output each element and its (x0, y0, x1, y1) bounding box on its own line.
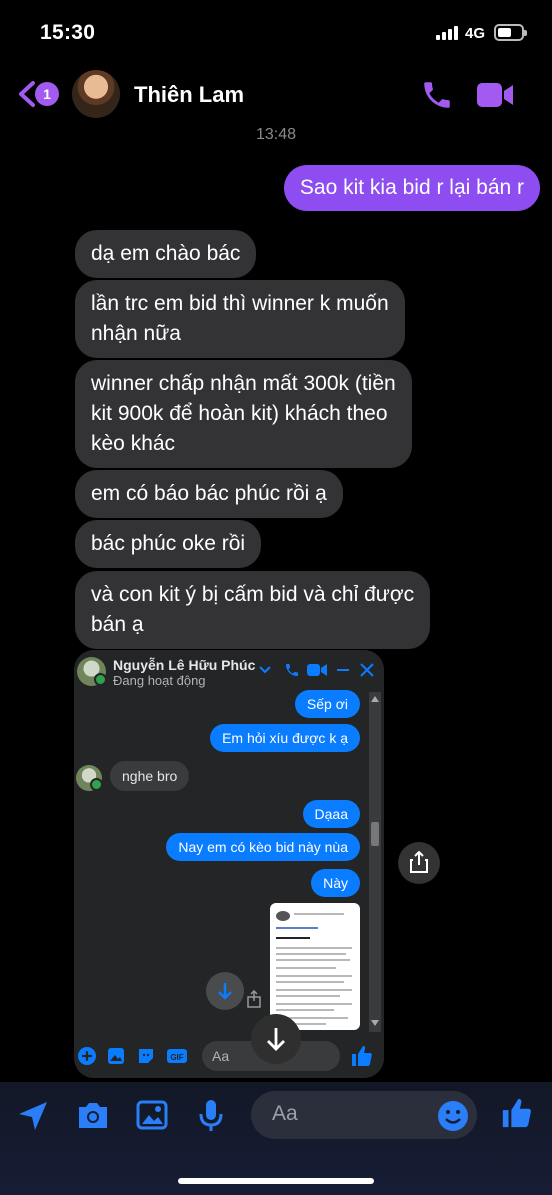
sticker-icon (139, 1049, 153, 1063)
svg-text:GIF: GIF (170, 1053, 183, 1062)
incoming-message[interactable]: dạ em chào bác (75, 230, 257, 278)
scroll-down-button[interactable] (251, 1014, 301, 1064)
screenshot-scroll-down-button (206, 972, 244, 1010)
outgoing-message[interactable]: Sao kit kia bid r lại bán r (283, 165, 540, 211)
shared-image-thumbnail (270, 903, 360, 1030)
status-bar: 15:30 4G (0, 0, 552, 66)
microphone-icon[interactable] (198, 1098, 224, 1132)
share-icon (410, 851, 428, 873)
screenshot-outgoing-message: Sếp ơi (294, 690, 360, 718)
screenshot-avatar (77, 657, 107, 686)
like-icon (352, 1046, 372, 1066)
incoming-message[interactable]: bác phúc oke rồi (75, 520, 262, 568)
gallery-icon[interactable] (136, 1100, 168, 1130)
arrow-down-icon (267, 1028, 285, 1051)
home-indicator (178, 1178, 374, 1184)
incoming-message[interactable]: lần trc em bid thì winner k muốn nhận nữa (75, 280, 405, 358)
screenshot-incoming-message: nghe bro (110, 761, 190, 791)
contact-name[interactable]: Thiên Lam (134, 82, 244, 108)
screenshot-outgoing-message: Dạaa (302, 800, 360, 828)
incoming-message[interactable]: winner chấp nhận mất 300k (tiền kit 900k … (75, 360, 412, 468)
video-call-icon (307, 664, 327, 676)
screenshot-active-status: Đang hoạt động (113, 673, 206, 688)
network-type: 4G (465, 25, 486, 42)
signal-icon (436, 26, 460, 40)
screenshot-contact-name: Nguyễn Lê Hữu Phúc (113, 657, 256, 673)
message-input-placeholder: Aa (272, 1102, 298, 1125)
screenshot-avatar (76, 765, 103, 791)
image-attachment[interactable]: Nguyễn Lê Hữu Phúc Đang hoạt động Sếp ơi… (74, 650, 384, 1078)
message-timestamp: 13:48 (255, 126, 297, 143)
phone-icon (286, 664, 298, 676)
screenshot-outgoing-message: Này (311, 869, 360, 897)
gallery-icon (108, 1048, 124, 1064)
emoji-icon[interactable] (437, 1100, 469, 1132)
camera-icon[interactable] (76, 1100, 110, 1130)
incoming-message[interactable]: em có báo bác phúc rồi ạ (75, 470, 343, 518)
screenshot-scrollbar (369, 692, 381, 1032)
avatar[interactable] (72, 70, 120, 118)
status-time: 15:30 (40, 21, 96, 44)
share-icon (247, 990, 261, 1008)
screenshot-outgoing-message: Nay em có kèo bid này nùa (166, 833, 360, 861)
arrow-down-icon (218, 983, 232, 1000)
screenshot-outgoing-message: Em hỏi xíu được k ạ (210, 724, 360, 752)
phone-icon[interactable] (420, 78, 454, 112)
location-arrow-icon[interactable] (17, 1100, 49, 1132)
unread-badge[interactable]: 1 (35, 82, 59, 106)
like-icon[interactable] (500, 1096, 534, 1130)
incoming-message[interactable]: và con kit ý bị cấm bid và chỉ được bán ạ (75, 571, 431, 649)
video-call-icon[interactable] (476, 80, 514, 110)
gif-icon: GIF (167, 1049, 187, 1063)
close-icon (360, 663, 374, 677)
chevron-down-icon (259, 666, 271, 674)
minimize-icon (337, 669, 349, 671)
battery-icon (494, 24, 527, 41)
share-button[interactable] (398, 842, 440, 884)
screenshot-header: Nguyễn Lê Hữu Phúc Đang hoạt động (74, 650, 384, 690)
plus-circle-icon (78, 1047, 96, 1065)
